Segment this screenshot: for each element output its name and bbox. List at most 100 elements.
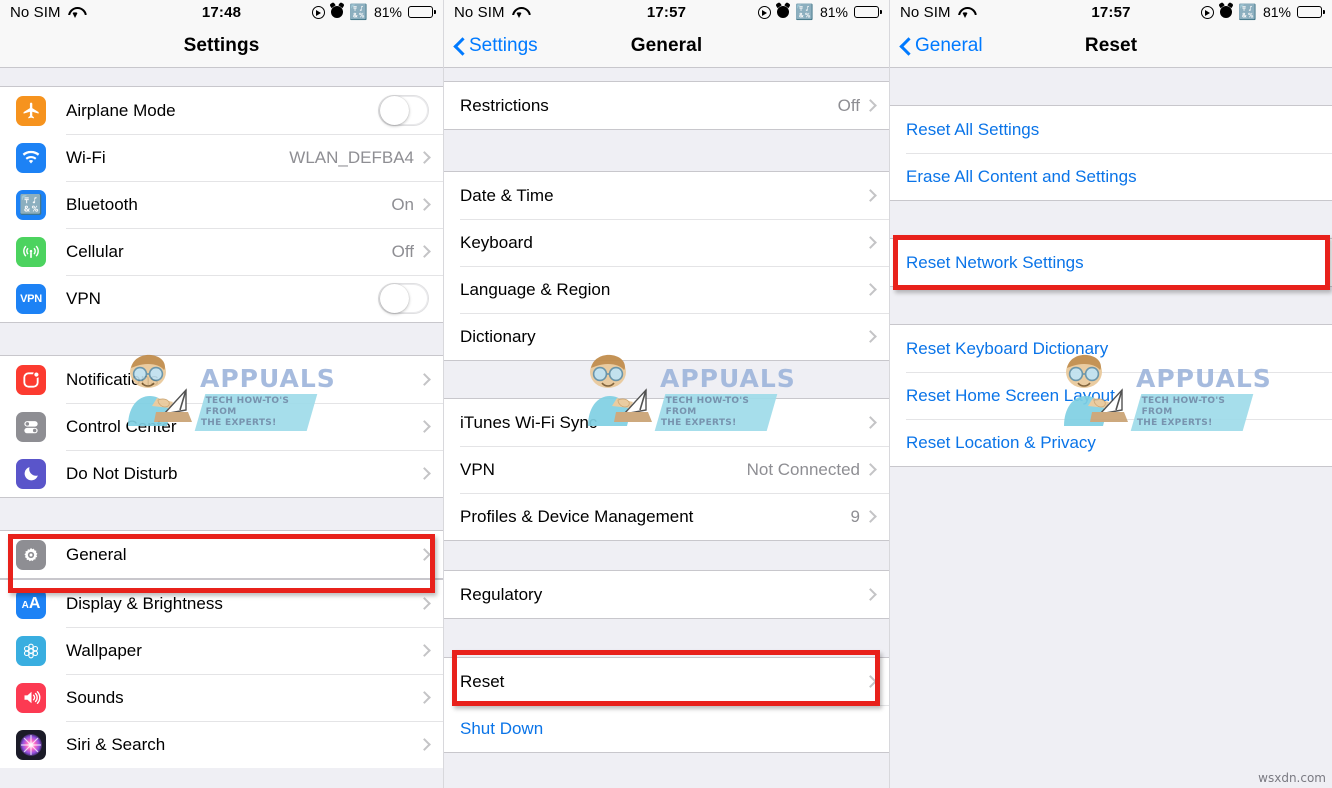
list-group-notifications: Notifications Control Center Do Not Dist…	[0, 355, 443, 498]
list-item-erase-all-content-and-settings[interactable]: Erase All Content and Settings	[890, 153, 1332, 200]
list-item-value: Off	[837, 95, 860, 115]
group-gap	[890, 68, 1332, 105]
reset-list: Reset All Settings Erase All Content and…	[890, 68, 1332, 467]
sounds-icon	[16, 682, 46, 713]
list-item-label: General	[66, 544, 127, 564]
vpn-toggle[interactable]	[378, 283, 429, 314]
vpn-icon: VPN	[16, 283, 46, 314]
list-item-do-not-disturb[interactable]: Do Not Disturb	[0, 450, 443, 497]
list-item-profiles-device-management[interactable]: Profiles & Device Management 9	[444, 493, 889, 540]
list-group-misc-reset: Reset Keyboard Dictionary Reset Home Scr…	[890, 324, 1332, 467]
list-item-label: Reset	[460, 671, 505, 691]
list-item-label: Do Not Disturb	[66, 463, 178, 483]
list-item-dictionary[interactable]: Dictionary	[444, 313, 889, 360]
triple-screenshot-composite: No SIM 17:48 🔣 81% Settings Airplane Mod…	[0, 0, 1332, 788]
list-item-reset-network-settings[interactable]: Reset Network Settings	[890, 239, 1332, 286]
list-item-shut-down[interactable]: Shut Down	[444, 705, 889, 752]
list-item-notifications[interactable]: Notifications	[0, 356, 443, 403]
list-item-date-time[interactable]: Date & Time	[444, 172, 889, 219]
panel-reset: No SIM 17:57 🔣 81% General Reset Reset A…	[890, 0, 1332, 788]
list-group-regulatory: Regulatory	[444, 570, 889, 619]
list-item-label: iTunes Wi-Fi Sync	[460, 412, 598, 432]
group-gap	[444, 361, 889, 398]
location-icon	[1201, 5, 1215, 19]
list-item-value: On	[391, 194, 414, 214]
list-item-label: Date & Time	[460, 185, 554, 205]
list-item-itunes-wifi-sync[interactable]: iTunes Wi-Fi Sync	[444, 399, 889, 446]
back-button-label: General	[915, 34, 983, 56]
list-item-cellular[interactable]: Cellular Off	[0, 228, 443, 275]
chevron-right-icon	[418, 738, 431, 751]
list-item-wifi[interactable]: Wi-Fi WLAN_DEFBA4	[0, 134, 443, 181]
list-item-label: VPN	[460, 459, 495, 479]
location-icon	[758, 5, 772, 19]
battery-icon	[1297, 6, 1325, 18]
list-item-regulatory[interactable]: Regulatory	[444, 571, 889, 618]
list-group-global-reset: Reset All Settings Erase All Content and…	[890, 105, 1332, 201]
list-item-language-region[interactable]: Language & Region	[444, 266, 889, 313]
nav-bar: General Reset	[890, 24, 1332, 68]
list-item-bluetooth[interactable]: 🔣 Bluetooth On	[0, 181, 443, 228]
list-item-restrictions[interactable]: Restrictions Off	[444, 82, 889, 129]
status-right: 🔣 81%	[758, 4, 882, 20]
list-item-siri-search[interactable]: Siri & Search	[0, 721, 443, 768]
settings-list: Airplane Mode Wi-Fi WLAN_DEFBA4 🔣 Blueto…	[0, 68, 443, 768]
battery-percent-label: 81%	[1262, 4, 1291, 20]
group-gap	[890, 287, 1332, 324]
list-item-value: Not Connected	[746, 459, 860, 479]
list-item-reset-all-settings[interactable]: Reset All Settings	[890, 106, 1332, 153]
nav-bar: Settings	[0, 24, 443, 68]
list-item-keyboard[interactable]: Keyboard	[444, 219, 889, 266]
battery-percent-label: 81%	[373, 4, 402, 20]
list-group-sync: iTunes Wi-Fi Sync VPN Not Connected Prof…	[444, 398, 889, 541]
list-item-label: Wallpaper	[66, 640, 142, 660]
list-item-label: Shut Down	[460, 718, 544, 738]
group-gap	[0, 68, 443, 86]
list-item-wallpaper[interactable]: Wallpaper	[0, 627, 443, 674]
chevron-right-icon	[418, 245, 431, 258]
list-item-reset[interactable]: Reset	[444, 658, 889, 705]
status-bar: No SIM 17:48 🔣 81%	[0, 0, 443, 24]
general-list: Restrictions Off Date & Time Keyboard La…	[444, 68, 889, 788]
back-button-settings[interactable]: Settings	[454, 35, 538, 57]
list-item-vpn[interactable]: VPN VPN	[0, 275, 443, 322]
group-gap	[444, 541, 889, 570]
panel-settings: No SIM 17:48 🔣 81% Settings Airplane Mod…	[0, 0, 444, 788]
list-item-airplane-mode[interactable]: Airplane Mode	[0, 87, 443, 134]
group-gap	[444, 130, 889, 171]
gear-icon	[16, 539, 46, 570]
control-center-icon	[16, 411, 46, 442]
list-item-vpn[interactable]: VPN Not Connected	[444, 446, 889, 493]
list-item-display-brightness[interactable]: AA Display & Brightness	[0, 580, 443, 627]
list-item-label: Dictionary	[460, 326, 536, 346]
back-button-general[interactable]: General	[900, 35, 983, 57]
chevron-right-icon	[418, 151, 431, 164]
list-item-value: Off	[391, 241, 414, 261]
list-item-control-center[interactable]: Control Center	[0, 403, 443, 450]
chevron-right-icon	[418, 373, 431, 386]
list-item-sounds[interactable]: Sounds	[0, 674, 443, 721]
chevron-right-icon	[418, 420, 431, 433]
list-item-general[interactable]: General	[0, 531, 443, 578]
notifications-icon	[16, 364, 46, 395]
bluetooth-icon: 🔣	[349, 3, 368, 21]
chevron-left-icon	[900, 36, 911, 55]
wallpaper-icon	[16, 635, 46, 666]
list-item-reset-location-privacy[interactable]: Reset Location & Privacy	[890, 419, 1332, 466]
chevron-right-icon	[864, 675, 877, 688]
airplane-mode-toggle[interactable]	[378, 95, 429, 126]
list-item-reset-home-screen-layout[interactable]: Reset Home Screen Layout	[890, 372, 1332, 419]
group-gap	[890, 201, 1332, 238]
list-item-label: Profiles & Device Management	[460, 506, 694, 526]
list-item-label: Reset All Settings	[906, 119, 1040, 139]
bluetooth-icon: 🔣	[1238, 3, 1257, 21]
status-bar: No SIM 17:57 🔣 81%	[444, 0, 889, 24]
cellular-icon	[16, 236, 46, 267]
list-item-label: Sounds	[66, 687, 124, 707]
alarm-icon	[331, 6, 344, 18]
list-item-reset-keyboard-dictionary[interactable]: Reset Keyboard Dictionary	[890, 325, 1332, 372]
chevron-right-icon	[864, 588, 877, 601]
list-group-restrictions: Restrictions Off	[444, 81, 889, 130]
chevron-right-icon	[864, 236, 877, 249]
status-bar: No SIM 17:57 🔣 81%	[890, 0, 1332, 24]
